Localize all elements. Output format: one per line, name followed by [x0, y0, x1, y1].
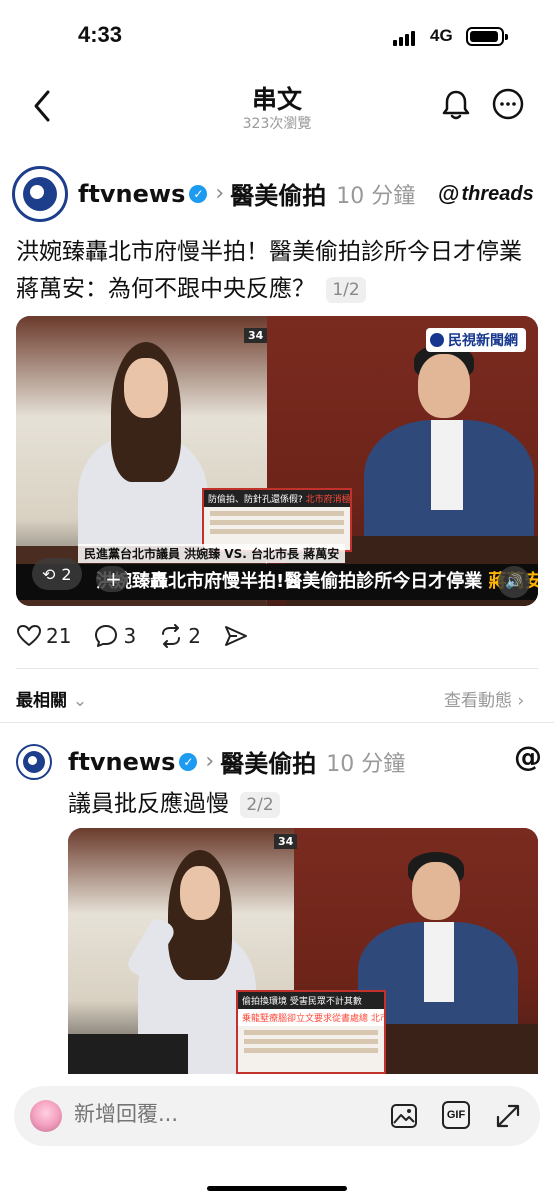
face-female: [180, 866, 220, 920]
threads-logo-icon[interactable]: @: [514, 740, 542, 773]
document-title: 偷拍換環境 受害民眾不計其數: [238, 992, 384, 1009]
face-male: [412, 862, 460, 920]
post-video[interactable]: 34 偷拍換環境 受害民眾不計其數 乗龍墅療腦卻立文要求從書處總 北市府假沒看見…: [68, 828, 538, 1074]
image-picker-button[interactable]: [390, 1102, 418, 1136]
post-body: 議員批反應過慢: [68, 791, 229, 817]
home-indicator: [207, 1186, 347, 1191]
topic-tag[interactable]: 醫美偷拍: [220, 744, 316, 779]
expand-button[interactable]: [494, 1102, 522, 1136]
expand-icon: [496, 1104, 520, 1128]
reply-input[interactable]: [74, 1102, 314, 1126]
image-icon: [391, 1104, 417, 1128]
document-subtitle: 乗龍墅療腦卻立文要求從書處總 北市府假沒看見?!: [238, 1009, 384, 1026]
reply-composer: GIF: [14, 1086, 540, 1146]
seat-label: 34: [274, 834, 298, 849]
avatar[interactable]: [16, 744, 52, 780]
shirt-male: [424, 922, 454, 1002]
desk-left: [68, 1034, 188, 1074]
page-indicator: 2/2: [240, 791, 280, 818]
post-2: ftvnews ✓ › 醫美偷拍 10 分鐘 @ 議員批反應過慢 2/2 34 …: [0, 0, 554, 1080]
post-meta: ftvnews ✓ › 醫美偷拍 10 分鐘: [68, 744, 405, 779]
timestamp: 10 分鐘: [326, 751, 406, 777]
verified-badge-icon: ✓: [179, 752, 198, 771]
document-panel: 偷拍換環境 受害民眾不計其數 乗龍墅療腦卻立文要求從書處總 北市府假沒看見?!: [236, 990, 386, 1074]
user-avatar: [30, 1100, 62, 1132]
gif-button[interactable]: GIF: [442, 1101, 470, 1129]
username[interactable]: ftvnews: [68, 748, 175, 776]
chevron-right-icon: ›: [205, 749, 215, 774]
post-text: 議員批反應過慢 2/2: [68, 786, 538, 823]
